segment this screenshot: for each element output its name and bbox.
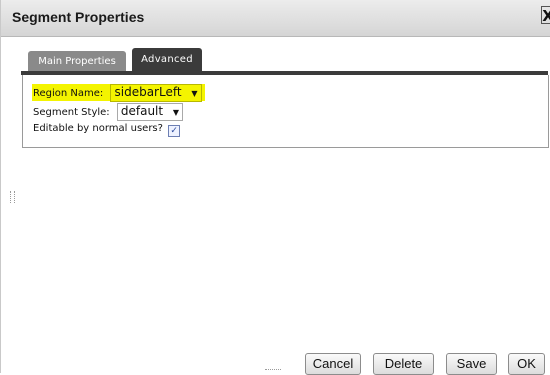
segment-style-label: Segment Style: (33, 107, 110, 118)
cancel-button[interactable]: Cancel (305, 353, 361, 375)
segment-style-row: Segment Style: default ▼ (33, 103, 184, 121)
editable-label: Editable by normal users? (33, 123, 163, 134)
region-name-row: Region Name: sidebarLeft ▼ (33, 84, 202, 102)
close-icon[interactable]: X (541, 6, 550, 25)
advanced-panel: Region Name: sidebarLeft ▼ Segment Style… (22, 75, 549, 148)
chevron-down-icon: ▼ (172, 108, 180, 117)
segment-style-value: default (120, 104, 164, 118)
dialog-titlebar[interactable]: Segment Properties X (1, 0, 550, 37)
resize-grip-left[interactable] (10, 191, 15, 203)
segment-style-select[interactable]: default ▼ (116, 103, 184, 121)
tab-advanced[interactable]: Advanced (132, 48, 202, 71)
chevron-down-icon: ▼ (191, 89, 198, 98)
editable-checkbox[interactable]: ✓ (168, 125, 181, 137)
segment-properties-dialog: Segment Properties X Main Properties Adv… (0, 0, 550, 375)
region-name-select[interactable]: sidebarLeft ▼ (110, 84, 202, 102)
region-name-value: sidebarLeft (114, 85, 182, 99)
ok-button[interactable]: OK (508, 353, 545, 375)
resize-grip-bottom[interactable] (265, 369, 281, 372)
tab-main-properties[interactable]: Main Properties (28, 51, 126, 71)
dialog-title: Segment Properties (12, 9, 145, 25)
save-button[interactable]: Save (446, 353, 497, 375)
delete-button[interactable]: Delete (373, 353, 434, 375)
editable-row: Editable by normal users? ✓ (33, 123, 181, 137)
region-name-label: Region Name: (33, 88, 104, 99)
